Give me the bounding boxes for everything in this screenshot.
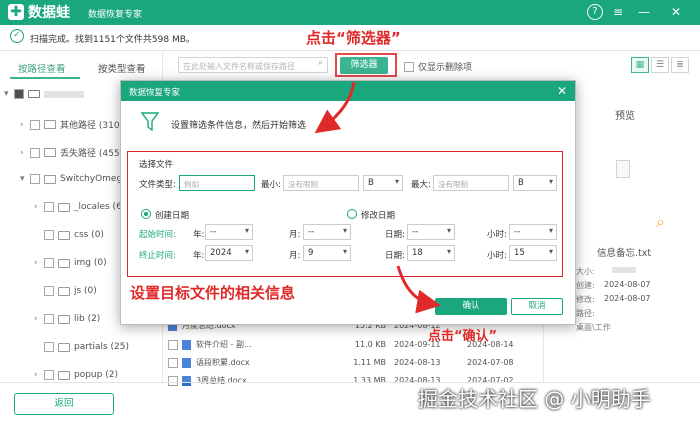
app-logo: ✚ 数据蛙 (8, 2, 70, 22)
chevron-down-icon: ▾ (394, 177, 399, 186)
watermark: 掘金技术社区 @ 小明助手 (418, 387, 651, 411)
end-hour-value: 15 (514, 248, 525, 258)
chevron-down-icon: ▾ (548, 226, 553, 235)
modified-date-label: 修改日期 (361, 211, 396, 221)
start-day-value: -- (412, 227, 419, 237)
max-unit-select[interactable]: B ▾ (513, 175, 557, 191)
year-label: 年: (193, 251, 205, 261)
max-unit-value: B (518, 178, 524, 188)
end-day-value: 18 (412, 248, 423, 258)
chevron-down-icon: ▾ (548, 177, 553, 186)
end-month-value: 9 (308, 248, 314, 258)
month-label: 月: (289, 230, 301, 240)
annotation-click-filter: 点击“筛选器” (306, 29, 401, 47)
day-label: 日期: (385, 251, 405, 261)
end-time-label: 终止时间: (139, 251, 176, 261)
help-icon[interactable]: ? (587, 4, 603, 20)
start-year-select[interactable]: -- ▾ (205, 224, 253, 240)
scan-result-text: 扫描完成。找到1151个文件共598 MB。 (30, 35, 195, 45)
cancel-button[interactable]: 取消 (511, 298, 563, 315)
min-size-input[interactable]: 没有限制 (283, 175, 359, 191)
min-unit-select[interactable]: B ▾ (363, 175, 403, 191)
confirm-button[interactable]: 确认 (435, 298, 507, 315)
end-year-value: 2024 (210, 248, 232, 258)
chevron-down-icon: ▾ (446, 247, 451, 256)
section-title: 选择文件 (139, 160, 174, 170)
chevron-down-icon: ▾ (342, 226, 347, 235)
dialog-title: 数据恢复专家 (129, 88, 181, 98)
max-size-input[interactable]: 没有限制 (433, 175, 509, 191)
chevron-down-icon: ▾ (548, 247, 553, 256)
start-hour-select[interactable]: -- ▾ (509, 224, 557, 240)
start-month-value: -- (308, 227, 315, 237)
day-label: 日期: (385, 230, 405, 240)
chevron-down-icon: ▾ (342, 247, 347, 256)
end-hour-select[interactable]: 15 ▾ (509, 245, 557, 261)
end-month-select[interactable]: 9 ▾ (303, 245, 351, 261)
chevron-down-icon: ▾ (244, 247, 249, 256)
logo-plus-icon: ✚ (8, 4, 24, 20)
chevron-down-icon: ▾ (244, 226, 249, 235)
app-title: 数据恢复专家 (88, 10, 143, 20)
logo-text: 数据蛙 (28, 5, 70, 21)
year-label: 年: (193, 230, 205, 240)
hour-label: 小时: (487, 251, 507, 261)
created-date-label: 创建日期 (155, 211, 190, 221)
start-hour-value: -- (514, 227, 521, 237)
file-type-label: 文件类型: (139, 180, 176, 190)
title-bar: ✚ 数据蛙 数据恢复专家 ? ≡ — ✕ (0, 0, 700, 25)
start-year-value: -- (210, 227, 217, 237)
close-window-icon[interactable]: ✕ (668, 4, 684, 20)
minimize-icon[interactable]: — (636, 4, 652, 20)
start-day-select[interactable]: -- ▾ (407, 224, 455, 240)
menu-icon[interactable]: ≡ (610, 4, 626, 20)
back-button[interactable]: 返回 (14, 393, 114, 415)
dialog-hint: 设置筛选条件信息，然后开始筛选 (171, 121, 307, 131)
chevron-down-icon: ▾ (446, 226, 451, 235)
min-unit-value: B (368, 178, 374, 188)
check-circle-icon: ✓ (10, 29, 24, 43)
file-type-input[interactable]: 例如 (179, 175, 255, 191)
created-date-radio[interactable] (141, 209, 151, 219)
dialog-header: 数据恢复专家 (121, 81, 575, 101)
hour-label: 小时: (487, 230, 507, 240)
end-year-select[interactable]: 2024 ▾ (205, 245, 253, 261)
annotation-click-ok: 点击“确认” (428, 329, 498, 344)
start-time-label: 起始时间: (139, 230, 176, 240)
min-size-label: 最小: (261, 180, 281, 190)
max-size-label: 最大: (411, 180, 431, 190)
start-month-select[interactable]: -- ▾ (303, 224, 351, 240)
month-label: 月: (289, 251, 301, 261)
end-day-select[interactable]: 18 ▾ (407, 245, 455, 261)
annotation-set-info: 设置目标文件的相关信息 (130, 284, 296, 302)
close-icon[interactable]: ✕ (557, 84, 567, 98)
funnel-icon (141, 112, 159, 132)
modified-date-radio[interactable] (347, 209, 357, 219)
